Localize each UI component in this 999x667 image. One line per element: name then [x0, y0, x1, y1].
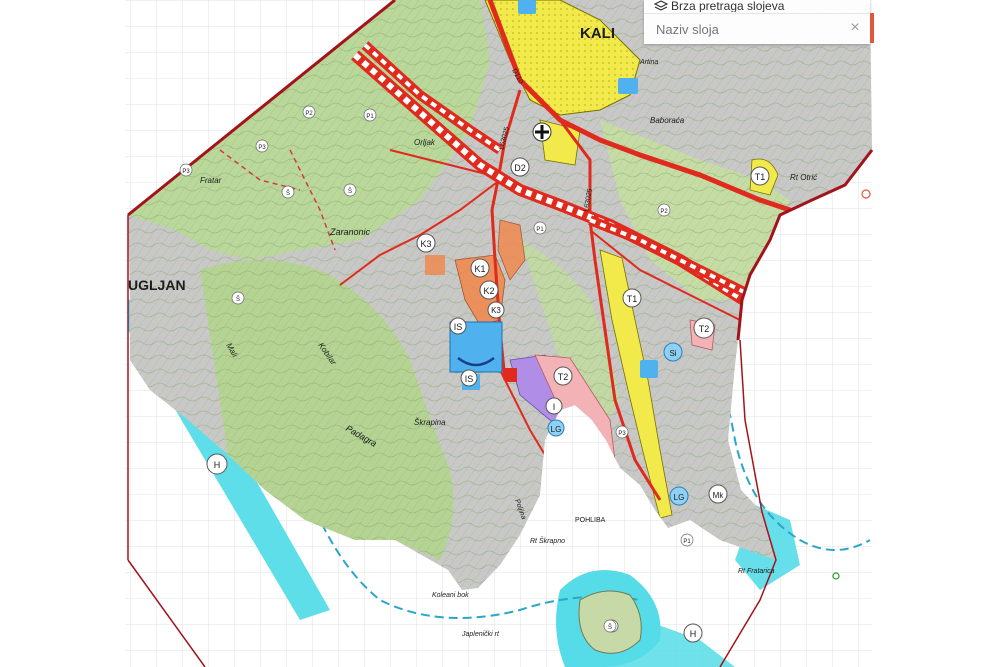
zone-marker-t1-east: T1	[750, 166, 770, 186]
svg-text:LG: LG	[551, 425, 562, 434]
zone-marker-p1-c: P1	[680, 533, 694, 547]
zone-marker-k1: K1	[470, 258, 490, 278]
zone-marker-t1-mid: T1	[622, 288, 642, 308]
svg-text:K3: K3	[491, 306, 501, 315]
zone-marker-s-d: Š	[603, 619, 617, 633]
zone-marker-i: I	[545, 397, 563, 415]
svg-text:K2: K2	[483, 286, 494, 296]
place-name-rt-fratarica: Rt Fratarica	[738, 568, 775, 575]
urban-plan-map[interactable]: T1 T1 T2 T2 K1 K2 K3 K3 D2 IS IS I LG LG…	[0, 0, 999, 667]
place-name-pohliba: POHLIBA	[575, 517, 606, 524]
svg-text:D2: D2	[514, 163, 526, 173]
svg-text:T1: T1	[627, 294, 638, 304]
svg-text:Š: Š	[608, 624, 612, 631]
svg-text:P2: P2	[305, 111, 313, 117]
layer-panel-title: Brza pretraga slojeva	[671, 0, 785, 12]
layer-search-panel: Brza pretraga slojeva ×	[644, 0, 874, 44]
fuel-station-marker	[505, 368, 517, 382]
svg-text:I: I	[553, 402, 556, 412]
zone-marker-p1-b: P1	[533, 221, 547, 235]
zone-marker-p1-a: P1	[363, 108, 377, 122]
zone-marker-k3-b: K3	[487, 301, 505, 319]
svg-text:T2: T2	[699, 324, 710, 334]
place-name-zaranonic: Zaranonic	[329, 227, 371, 237]
place-name-artina: Artina	[639, 59, 658, 66]
zone-marker-si: Si	[663, 342, 683, 362]
svg-text:H: H	[690, 629, 697, 639]
zone-marker-p2-b: P2	[657, 203, 671, 217]
harbor-marker-top	[518, 0, 536, 14]
svg-text:P2: P2	[660, 209, 668, 215]
svg-text:P1: P1	[536, 227, 544, 233]
zone-marker-k2: K2	[479, 280, 499, 300]
place-name-orljak: Orljak	[414, 138, 436, 147]
zone-marker-s-b: Š	[343, 183, 357, 197]
svg-text:P1: P1	[366, 114, 374, 120]
place-name-baboraca: Baboraća	[650, 116, 685, 125]
svg-text:P3: P3	[258, 145, 266, 151]
place-name-kali: KALI	[580, 25, 615, 42]
layer-panel-header[interactable]: Brza pretraga slojeva	[644, 0, 870, 12]
close-icon[interactable]: ×	[848, 20, 862, 36]
zone-marker-mk: Mk	[708, 484, 728, 504]
zone-marker-is-b: IS	[460, 369, 478, 387]
layer-search-input[interactable]	[644, 15, 848, 43]
place-name-rt-skrapno: Rt Škrapno	[530, 536, 565, 545]
zone-marker-lg-b: LG	[669, 486, 689, 506]
zone-k3-west	[425, 255, 445, 275]
layer-search-row: ×	[644, 13, 870, 44]
svg-text:LG: LG	[674, 493, 685, 502]
layers-icon	[654, 0, 668, 11]
svg-text:P3: P3	[182, 169, 190, 175]
svg-text:T2: T2	[558, 372, 569, 382]
zone-marker-is-a: IS	[449, 317, 467, 335]
zone-marker-t2-east: T2	[693, 317, 715, 339]
svg-text:IS: IS	[465, 374, 474, 384]
svg-text:Š: Š	[286, 190, 290, 197]
svg-text:K3: K3	[420, 239, 431, 249]
zone-marker-p2-a: P2	[302, 105, 316, 119]
zone-marker-p3-a: P3	[255, 139, 269, 153]
zone-marker-k3-a: K3	[416, 233, 436, 253]
zone-marker-lg-a: LG	[547, 419, 565, 437]
zone-marker-p3-c: P3	[615, 425, 629, 439]
zone-marker-t2-mid: T2	[553, 366, 573, 386]
svg-text:IS: IS	[454, 322, 463, 332]
zone-marker-d2: D2	[510, 157, 530, 177]
svg-text:H: H	[214, 460, 221, 470]
svg-text:T1: T1	[755, 172, 766, 182]
svg-text:Š: Š	[236, 296, 240, 303]
zone-marker-h-west: H	[206, 453, 228, 475]
place-name-rt-otric: Rt Otrić	[790, 173, 817, 182]
zone-marker-s-a: Š	[281, 185, 295, 199]
svg-text:Š: Š	[348, 188, 352, 195]
place-name-fratar: Fratar	[200, 176, 222, 185]
zone-marker-p3-b: P3	[179, 163, 193, 177]
svg-text:K1: K1	[474, 264, 485, 274]
place-name-ugljan: UGLJAN	[128, 277, 186, 293]
svg-text:Si: Si	[669, 349, 676, 358]
outer-right-margin	[872, 0, 999, 667]
map-viewport[interactable]: T1 T1 T2 T2 K1 K2 K3 K3 D2 IS IS I LG LG…	[0, 0, 999, 667]
place-name-japlenicki: Japlenički rt	[461, 631, 500, 638]
place-name-skrapina: Škrapina	[414, 418, 446, 427]
harbor-marker-north	[618, 78, 638, 94]
svg-text:P1: P1	[683, 539, 691, 545]
svg-text:Mk: Mk	[713, 491, 725, 500]
outer-left-margin	[0, 0, 125, 667]
zone-marker-s-c: Š	[231, 291, 245, 305]
panel-edge-accent	[870, 13, 874, 43]
harbor-marker-east	[640, 360, 658, 378]
place-name-koleani-bok: Koleani bok	[432, 592, 469, 599]
svg-text:P3: P3	[618, 431, 626, 437]
zone-marker-h-south: H	[683, 623, 703, 643]
